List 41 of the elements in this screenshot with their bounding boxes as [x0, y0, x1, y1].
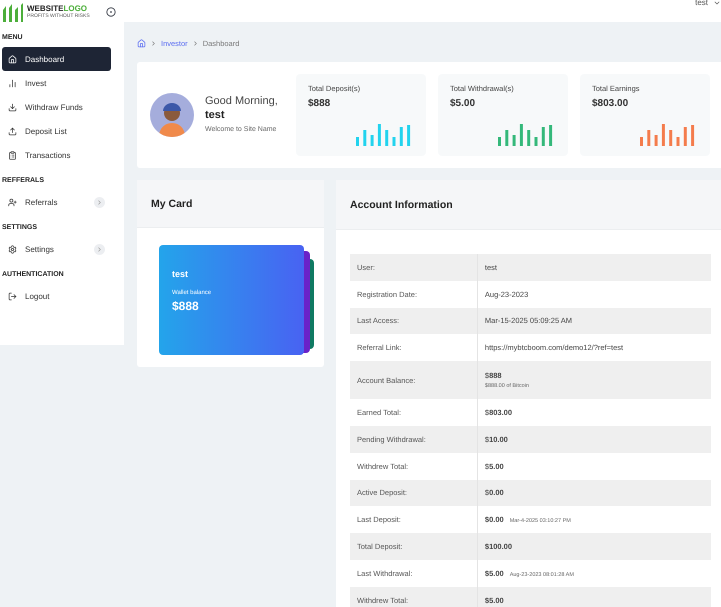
greeting-text: Good Morning,	[205, 94, 279, 110]
home-icon	[8, 54, 17, 64]
sidebar-item-label: Transactions	[25, 150, 72, 160]
user-menu[interactable]: test	[695, 0, 721, 7]
sidebar-item[interactable]: Referrals	[2, 190, 111, 214]
card-holder: test	[172, 269, 190, 279]
chevron-icon	[192, 40, 199, 46]
sidebar-item[interactable]: Invest	[2, 71, 111, 95]
sidebar-item-label: Deposit List	[25, 126, 68, 136]
avatar	[150, 93, 194, 137]
logout-icon	[8, 292, 17, 300]
sidebar-item-label: Invest	[25, 78, 48, 88]
sidebar-item[interactable]: Settings	[2, 237, 111, 261]
sidebar-item-label: Settings	[25, 244, 55, 254]
gear-icon	[8, 244, 17, 254]
sidebar-toggle-icon[interactable]	[106, 7, 116, 17]
sidebar-item-label: Logout	[25, 292, 50, 300]
wallet-balance: $888	[172, 299, 200, 313]
stat-value: $888	[308, 98, 332, 109]
bar-chart-icon	[8, 78, 17, 88]
sidebar-item-label: Withdraw Funds	[25, 102, 84, 112]
panel-title: Account Information	[350, 198, 453, 210]
stat-value: $5.00	[450, 98, 476, 109]
user-plus-icon	[8, 198, 17, 206]
chevron-icon	[150, 40, 157, 46]
caret-icon	[713, 0, 721, 6]
sidebar-item[interactable]: Transactions	[2, 143, 111, 167]
sidebar-item[interactable]: Dashboard	[2, 47, 111, 71]
sidebar-item-label: Dashboard	[25, 54, 66, 64]
clipboard-icon	[8, 150, 17, 160]
sidebar-item[interactable]: Deposit List	[2, 119, 111, 143]
stat-value: $803.00	[592, 98, 630, 109]
upload-icon	[8, 126, 17, 136]
sidebar-item[interactable]: Withdraw Funds	[2, 95, 111, 119]
sidebar-item-label: Referrals	[25, 198, 58, 206]
logo-icon	[2, 2, 24, 22]
home-icon[interactable]	[137, 38, 146, 48]
download-icon	[8, 102, 17, 112]
user-name: test	[205, 109, 226, 122]
sidebar-item[interactable]: Logout	[2, 284, 111, 308]
panel-title: My Card	[151, 198, 192, 210]
